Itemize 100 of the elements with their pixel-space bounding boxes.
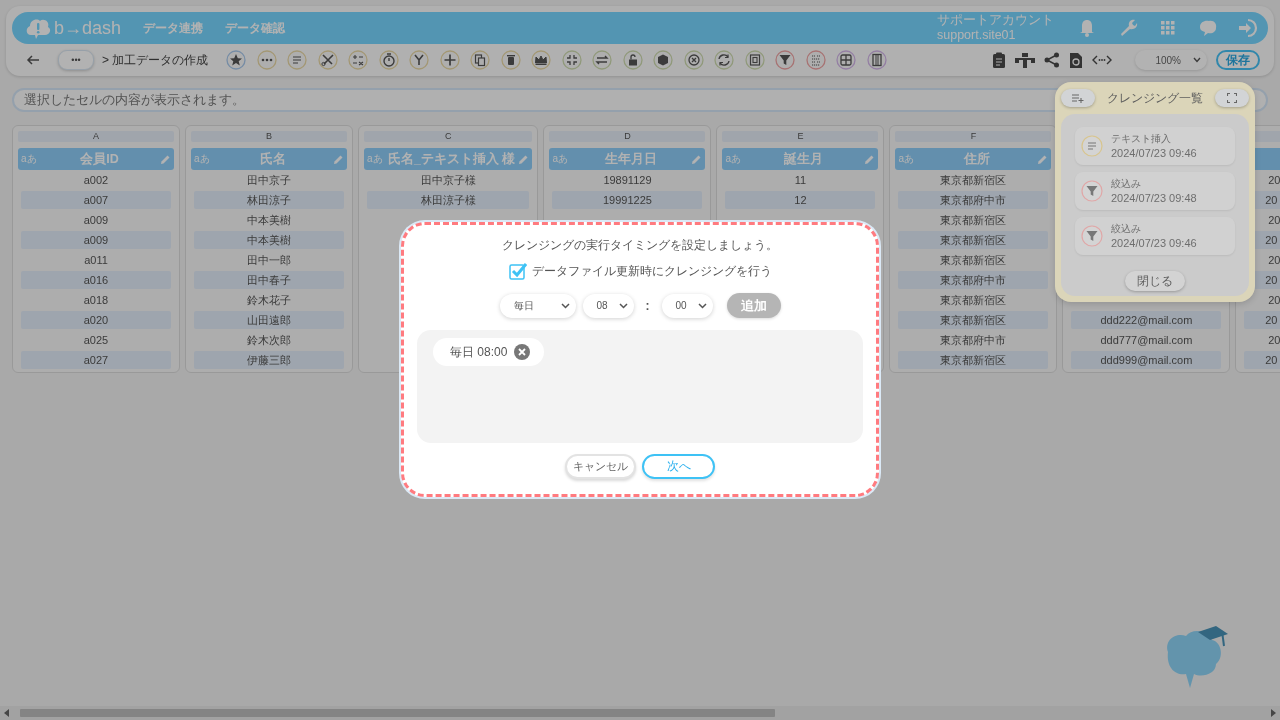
filter-icon[interactable] xyxy=(775,50,796,70)
table-cell-text: a018 xyxy=(82,293,110,308)
table-icon[interactable] xyxy=(836,50,857,70)
column-letter[interactable]: E xyxy=(722,131,879,142)
code-icon[interactable] xyxy=(1092,54,1112,66)
timer-icon[interactable] xyxy=(378,50,399,70)
copy-icon[interactable] xyxy=(470,50,491,70)
operators-icon[interactable] xyxy=(348,50,369,70)
table-cell-text: 田中京子様 xyxy=(419,173,477,188)
column-title: 氏名_テキスト挿入 様 xyxy=(388,150,516,168)
expand-button[interactable] xyxy=(1215,89,1249,107)
close-button[interactable]: 閉じる xyxy=(1125,271,1185,291)
hour-select[interactable]: 08 xyxy=(582,293,634,318)
scroll-left-icon[interactable] xyxy=(4,709,10,717)
table-cell-text: 20 xyxy=(1267,253,1280,268)
table-cell-text: ddd777@mail.com xyxy=(1099,333,1194,348)
zoom-select[interactable]: 100% xyxy=(1135,50,1207,70)
swap-icon[interactable] xyxy=(592,50,613,70)
minute-select[interactable]: 00 xyxy=(661,293,713,318)
breadcrumb: > 加工データの作成 xyxy=(102,51,209,69)
day-select[interactable]: 毎日 xyxy=(499,293,576,318)
checkbox[interactable] xyxy=(508,262,527,280)
column-title: 生年月日 xyxy=(603,150,658,168)
trash-icon[interactable] xyxy=(500,50,521,70)
scissors-icon[interactable] xyxy=(317,50,338,70)
cube-icon[interactable] xyxy=(653,50,674,70)
file-refresh-icon[interactable] xyxy=(1069,51,1083,69)
chevron-down-icon xyxy=(697,302,707,309)
clipboard-icon[interactable] xyxy=(992,52,1006,68)
more-button[interactable]: ••• xyxy=(58,50,94,70)
table-cell-text: 東京都新宿区 xyxy=(939,213,1008,228)
table-cell: a009 xyxy=(21,231,171,249)
account-id: support.site01 xyxy=(937,28,1017,43)
column-title: 住所 xyxy=(962,150,991,168)
item-name: 絞込み xyxy=(1111,177,1142,191)
cleansing-item[interactable]: テキスト挿入 2024/07/23 09:46 xyxy=(1075,127,1235,165)
filter-icon xyxy=(1081,180,1103,202)
lock-icon[interactable] xyxy=(622,50,643,70)
dots-grid-icon[interactable] xyxy=(805,50,826,70)
column-letter[interactable]: C xyxy=(364,131,533,142)
table-cell-text: 11 xyxy=(793,173,808,188)
item-time: 2024/07/23 09:46 xyxy=(1111,236,1197,250)
list-icon xyxy=(1081,135,1103,157)
table-cell-text: 田中一郎 xyxy=(246,253,292,268)
cleansing-item[interactable]: 絞込み 2024/07/23 09:46 xyxy=(1075,217,1235,255)
account-name: サポートアカウント xyxy=(937,13,1054,28)
back-arrow-icon[interactable] xyxy=(26,54,40,66)
table-cell: ddd222@mail.com xyxy=(1071,311,1222,329)
table-cell: 東京都府中市 xyxy=(898,191,1049,209)
table-cell: 20 xyxy=(1244,351,1280,369)
next-button[interactable]: 次へ xyxy=(642,454,715,479)
scroll-right-icon[interactable] xyxy=(1270,709,1276,717)
table-cell: 中本美樹 xyxy=(194,231,344,249)
table-cell-text: 鈴木次郎 xyxy=(246,333,292,348)
logo-text: b→dash xyxy=(54,17,122,39)
table-cell-text: a025 xyxy=(82,333,110,348)
collapse-icon[interactable] xyxy=(561,50,582,70)
column-title: 氏名 xyxy=(258,150,287,168)
save-button[interactable]: 保存 xyxy=(1216,50,1260,70)
cancel-button[interactable]: キャンセル xyxy=(565,454,636,479)
table-cell: 東京都府中市 xyxy=(898,271,1049,289)
list-icon[interactable] xyxy=(287,50,308,70)
scrollbar-thumb[interactable] xyxy=(20,709,775,717)
item-name: テキスト挿入 xyxy=(1111,132,1172,146)
plus-icon[interactable] xyxy=(439,50,460,70)
table-cell-text: 東京都新宿区 xyxy=(939,173,1008,188)
table-cell-text: 20 xyxy=(1267,173,1280,188)
table-cell-text: a011 xyxy=(83,253,109,268)
column-letter[interactable]: F xyxy=(895,131,1052,142)
horizontal-scrollbar[interactable] xyxy=(0,706,1280,720)
fork-icon[interactable] xyxy=(409,50,430,70)
table-cell-text: a002 xyxy=(82,173,110,188)
type-label: aあ xyxy=(725,152,742,166)
columns-icon[interactable] xyxy=(866,50,887,70)
hierarchy-icon[interactable] xyxy=(1015,52,1035,68)
chevron-down-icon xyxy=(1193,57,1201,63)
cancel-icon[interactable] xyxy=(683,50,704,70)
table-cell-text: 田中京子 xyxy=(246,173,292,188)
table-cell: a027 xyxy=(21,351,171,369)
crown-icon[interactable] xyxy=(531,50,552,70)
share-icon[interactable] xyxy=(1044,52,1060,68)
table-cell: a016 xyxy=(21,271,171,289)
table-cell: ddd999@mail.com xyxy=(1071,351,1222,369)
table-cell-text: a009 xyxy=(82,213,110,228)
column-letter[interactable]: A xyxy=(18,131,174,142)
column-letter[interactable]: D xyxy=(549,131,706,142)
table-cell-text: 東京都府中市 xyxy=(939,333,1008,348)
table-cell-text: 19891129 xyxy=(602,173,653,188)
column-letter[interactable]: B xyxy=(191,131,347,142)
filter-icon xyxy=(1081,225,1103,247)
type-label: aあ xyxy=(898,152,915,166)
table-cell: 東京都新宿区 xyxy=(898,351,1049,369)
more-icon[interactable] xyxy=(256,50,277,70)
remove-icon[interactable] xyxy=(514,344,531,360)
table-cell: 林田涼子 xyxy=(194,191,344,209)
refresh-icon[interactable] xyxy=(714,50,735,70)
table-cell: a007 xyxy=(21,191,171,209)
table-cell-text: 20 xyxy=(1267,213,1280,228)
cleansing-item[interactable]: 絞込み 2024/07/23 09:48 xyxy=(1075,172,1235,210)
type-label: aあ xyxy=(21,152,38,166)
